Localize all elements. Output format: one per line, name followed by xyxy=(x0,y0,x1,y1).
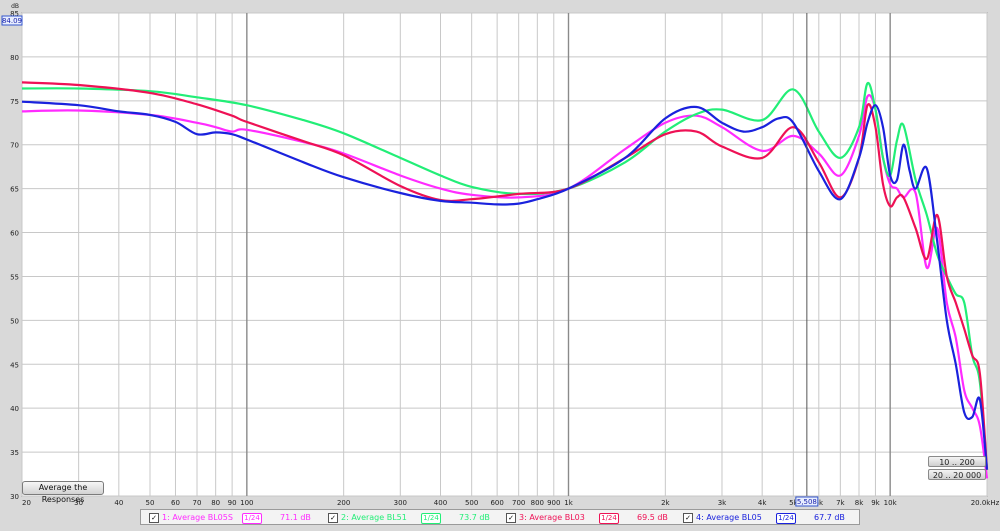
x-tick-label: 800 xyxy=(531,499,544,507)
range-10-200-button[interactable]: 10 .. 200 xyxy=(928,456,986,467)
smoothing-selector[interactable]: 1/24 xyxy=(599,513,619,524)
frequency-response-chart: 303540455055606570758085dB20304050607080… xyxy=(0,0,1000,527)
x-tick-label: 900 xyxy=(547,499,560,507)
x-tick-label: 90 xyxy=(228,499,237,507)
legend-level-value: 69.5 dB xyxy=(637,513,668,522)
x-tick-label: 8k xyxy=(855,499,864,507)
legend-bar: ✓ 1: Average BL05S 1/24 71.1 dB ✓ 2: Average … xyxy=(140,509,860,525)
x-tick-label: 2k xyxy=(661,499,670,507)
y-tick-label: 60 xyxy=(10,230,19,238)
x-tick-label: 500 xyxy=(465,499,478,507)
legend-checkbox[interactable]: ✓ xyxy=(328,513,338,523)
x-tick-label: 600 xyxy=(490,499,503,507)
legend-series-name: 2: Average BL51 xyxy=(341,513,407,522)
plot-area[interactable] xyxy=(21,12,988,497)
x-tick-label: 100 xyxy=(240,499,253,507)
x-tick-label: 400 xyxy=(434,499,447,507)
x-tick-label: 9k xyxy=(871,499,880,507)
y-tick-label: 65 xyxy=(10,186,19,194)
x-tick-label: 20.0kHz xyxy=(971,499,1000,507)
legend-level-value: 67.7 dB xyxy=(814,513,845,522)
x-tick-label: 60 xyxy=(171,499,180,507)
smoothing-selector[interactable]: 1/24 xyxy=(776,513,796,524)
y-tick-label: 45 xyxy=(10,361,19,369)
x-tick-label: 80 xyxy=(211,499,220,507)
y-tick-label: 55 xyxy=(10,273,19,281)
x-tick-label: 700 xyxy=(512,499,525,507)
x-tick-label: 200 xyxy=(337,499,350,507)
legend-checkbox[interactable]: ✓ xyxy=(506,513,516,523)
range-20-20000-button[interactable]: 20 .. 20 000 xyxy=(928,469,986,480)
legend-level-value: 73.7 dB xyxy=(459,513,490,522)
y-tick-label: 80 xyxy=(10,54,19,62)
y-tick-label: 75 xyxy=(10,98,19,106)
x-tick-label: 10k xyxy=(884,499,898,507)
smoothing-selector[interactable]: 1/24 xyxy=(242,513,262,524)
legend-checkbox[interactable]: ✓ xyxy=(683,513,693,523)
y-unit-label: dB xyxy=(11,3,19,10)
x-tick-label: 4k xyxy=(758,499,767,507)
legend-level-value: 71.1 dB xyxy=(280,513,311,522)
x-tick-label: 1k xyxy=(564,499,573,507)
x-tick-label: 50 xyxy=(146,499,155,507)
y-tick-label: 30 xyxy=(10,493,19,501)
average-responses-button[interactable]: Average the Responses xyxy=(22,481,104,504)
x-tick-label: 40 xyxy=(114,499,123,507)
x-tick-label: 70 xyxy=(193,499,202,507)
x-tick-label: 20 xyxy=(22,499,31,507)
x-tick-label: 3k xyxy=(718,499,727,507)
y-cursor-readout: 84.09 xyxy=(2,17,22,25)
smoothing-selector[interactable]: 1/24 xyxy=(421,513,441,524)
x-tick-label: 300 xyxy=(394,499,407,507)
y-tick-label: 70 xyxy=(10,142,19,150)
legend-series-name: 4: Average BL05 xyxy=(696,513,762,522)
chart-svg: 303540455055606570758085dB20304050607080… xyxy=(1,3,1000,507)
legend-checkbox[interactable]: ✓ xyxy=(149,513,159,523)
legend-series-name: 3: Average BL03 xyxy=(519,513,585,522)
legend-series-name: 1: Average BL05S xyxy=(162,513,233,522)
y-tick-label: 35 xyxy=(10,449,19,457)
x-tick-label: 7k xyxy=(836,499,845,507)
x-cursor-readout: 5,508 xyxy=(797,498,817,506)
y-tick-label: 50 xyxy=(10,317,19,325)
y-tick-label: 40 xyxy=(10,405,19,413)
